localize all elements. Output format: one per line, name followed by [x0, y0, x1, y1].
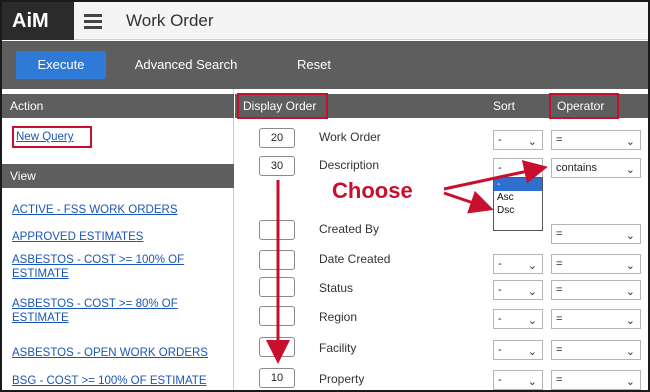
toolbar: Execute Advanced Search Reset	[2, 41, 648, 89]
operator-value: =	[556, 313, 563, 325]
sort-value: -	[498, 258, 502, 270]
operator-select-work-order[interactable]: = ⌄	[551, 130, 641, 150]
view-link-asbestos-80[interactable]: ASBESTOS - COST >= 80% OF ESTIMATE	[12, 297, 212, 325]
display-order-highlight	[237, 93, 328, 119]
action-section-header: Action	[2, 94, 234, 118]
left-panel: Action New Query View ACTIVE - FSS WORK …	[2, 89, 234, 390]
chevron-down-icon: ⌄	[625, 136, 635, 148]
operator-select-property[interactable]: = ⌄	[551, 370, 641, 390]
operator-select-description[interactable]: contains ⌄	[551, 158, 641, 178]
operator-value: =	[556, 344, 563, 356]
arrow-to-sort-list	[443, 190, 494, 214]
sort-value: -	[498, 374, 502, 386]
advanced-search-button[interactable]: Advanced Search	[120, 51, 252, 79]
sort-select-region[interactable]: - ⌄	[493, 309, 543, 329]
display-order-input-status[interactable]	[259, 277, 295, 297]
sort-value: -	[498, 134, 502, 146]
sort-select-status[interactable]: - ⌄	[493, 280, 543, 300]
view-link-active-fss[interactable]: ACTIVE - FSS WORK ORDERS	[12, 203, 178, 217]
execute-button[interactable]: Execute	[16, 51, 106, 79]
chevron-down-icon: ⌄	[625, 260, 635, 272]
operator-value: contains	[556, 162, 597, 174]
field-label-property: Property	[319, 372, 365, 386]
sort-select-date-created[interactable]: - ⌄	[493, 254, 543, 274]
view-link-asbestos-100[interactable]: ASBESTOS - COST >= 100% OF ESTIMATE	[12, 253, 212, 281]
chevron-down-icon: ⌄	[625, 164, 635, 176]
sort-header: Sort	[493, 99, 516, 113]
operator-value: =	[556, 228, 563, 240]
chevron-down-icon: ⌄	[527, 136, 537, 148]
display-order-input-description[interactable]: 30	[259, 156, 295, 176]
operator-select-date-created[interactable]: = ⌄	[551, 254, 641, 274]
reset-button[interactable]: Reset	[284, 51, 344, 79]
hamburger-menu-icon[interactable]	[80, 10, 108, 32]
sort-select-facility[interactable]: - ⌄	[493, 340, 543, 360]
sort-option-none[interactable]: -	[494, 178, 542, 191]
chevron-down-icon: ⌄	[527, 286, 537, 298]
field-label-status: Status	[319, 281, 354, 295]
chevron-down-icon: ⌄	[625, 376, 635, 388]
sort-value: -	[498, 284, 502, 296]
sort-select-description[interactable]: - ⌄	[493, 158, 543, 178]
operator-select-facility[interactable]: = ⌄	[551, 340, 641, 360]
display-order-input-region[interactable]	[259, 306, 295, 326]
choose-annotation: Choose	[332, 178, 413, 203]
field-label-created-by: Created By	[319, 222, 380, 236]
app-header: AiM Work Order	[2, 2, 648, 40]
chevron-down-icon: ⌄	[625, 230, 635, 242]
operator-value: =	[556, 284, 563, 296]
display-order-input-facility[interactable]	[259, 337, 295, 357]
field-label-date-created: Date Created	[319, 252, 391, 266]
display-order-input-date-created[interactable]	[259, 250, 295, 270]
new-query-link[interactable]: New Query	[16, 130, 74, 144]
operator-value: =	[556, 258, 563, 270]
display-order-input-work-order[interactable]: 20	[259, 128, 295, 148]
app-window: AiM Work Order Execute Advanced Search R…	[0, 0, 650, 392]
field-label-facility: Facility	[319, 341, 357, 355]
operator-select-region[interactable]: = ⌄	[551, 309, 641, 329]
operator-value: =	[556, 374, 563, 386]
page-title: Work Order	[126, 11, 214, 30]
view-link-bsg-100[interactable]: BSG - COST >= 100% OF ESTIMATE	[12, 374, 207, 388]
field-label-description: Description	[319, 158, 380, 172]
chevron-down-icon: ⌄	[527, 346, 537, 358]
view-link-asbestos-open[interactable]: ASBESTOS - OPEN WORK ORDERS	[12, 346, 208, 360]
operator-highlight	[549, 93, 619, 119]
sort-value: -	[498, 313, 502, 325]
sort-dropdown-list: - Asc Dsc	[493, 177, 543, 231]
chevron-down-icon: ⌄	[527, 260, 537, 272]
field-label-region: Region	[319, 310, 358, 324]
chevron-down-icon: ⌄	[527, 376, 537, 388]
chevron-down-icon: ⌄	[527, 315, 537, 327]
display-order-input-created-by[interactable]	[259, 220, 295, 240]
view-link-approved-estimates[interactable]: APPROVED ESTIMATES	[12, 230, 143, 244]
view-section-header: View	[2, 164, 234, 188]
sort-select-property[interactable]: - ⌄	[493, 370, 543, 390]
display-order-input-property[interactable]: 10	[259, 368, 295, 388]
sort-option-dsc[interactable]: Dsc	[494, 204, 542, 217]
chevron-down-icon: ⌄	[625, 286, 635, 298]
field-label-work-order: Work Order	[319, 130, 381, 144]
operator-select-status[interactable]: = ⌄	[551, 280, 641, 300]
chevron-down-icon: ⌄	[625, 315, 635, 327]
sort-select-work-order[interactable]: - ⌄	[493, 130, 543, 150]
sort-value: -	[498, 344, 502, 356]
chevron-down-icon: ⌄	[625, 346, 635, 358]
operator-value: =	[556, 134, 563, 146]
sort-option-asc[interactable]: Asc	[494, 191, 542, 204]
sort-value: -	[498, 162, 502, 174]
operator-select-created-by[interactable]: = ⌄	[551, 224, 641, 244]
aim-logo: AiM	[2, 2, 74, 40]
